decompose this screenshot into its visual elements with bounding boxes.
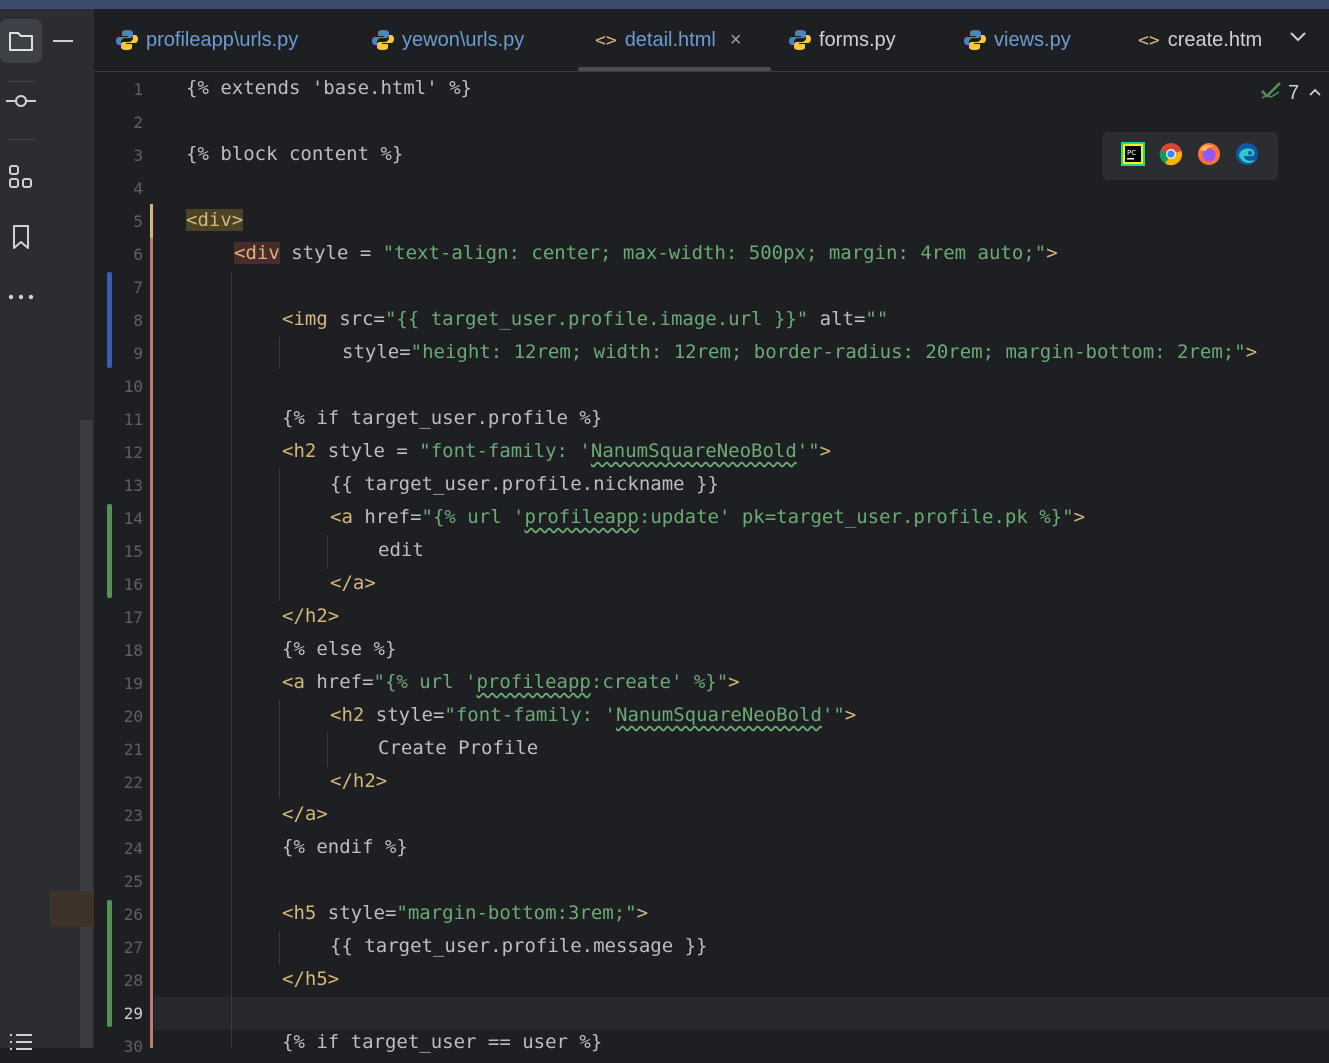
structure-icon[interactable] [0,155,42,199]
svg-text:PC: PC [1127,149,1136,157]
line-number[interactable]: 6 [100,245,143,264]
code-line-21: Create Profile [378,737,539,759]
line-number[interactable]: 11 [100,410,143,429]
tab-label: detail.html [624,28,716,51]
code-line-6: <div style = "text-align: center; max-wi… [234,242,1058,264]
line-number[interactable]: 10 [100,377,143,396]
window-top-strip [0,0,1329,9]
tab-forms-py[interactable]: forms.py [789,9,896,71]
code-line-8: <img src="{{ target_user.profile.image.u… [282,308,889,330]
code-line-30: {% if target_user == user %} [282,1031,603,1053]
tab-yewon-urls[interactable]: yewon\urls.py [372,9,524,71]
tool-window-bar [0,9,51,1050]
python-file-icon [372,29,394,51]
chevron-down-icon[interactable] [1289,30,1307,48]
pycharm-icon[interactable]: PC [1121,141,1145,171]
todo-list-icon[interactable] [0,1019,42,1063]
code-line-22: </h2> [330,770,388,792]
firefox-icon[interactable] [1197,142,1221,171]
tab-label: profileapp\urls.py [146,28,299,51]
python-file-icon [789,29,811,51]
tab-profileapp-urls[interactable]: profileapp\urls.py [116,9,298,71]
line-number[interactable]: 21 [100,740,143,759]
code-line-23: </a> [282,803,328,825]
inspection-widget[interactable]: 7 [1260,80,1299,106]
code-line-14: <a href="{% url 'profileapp:update' pk=t… [330,506,1086,528]
code-line-1: {% extends 'base.html' %} [186,77,472,99]
line-number[interactable]: 13 [100,476,143,495]
fold-marker [150,238,153,1048]
line-number[interactable]: 24 [100,839,143,858]
line-number[interactable]: 5 [100,212,143,231]
line-number[interactable]: 23 [100,806,143,825]
bookmarks-icon[interactable] [0,215,42,259]
code-line-19: <a href="{% url 'profileapp:create' %}"> [282,671,740,693]
vcs-added-marker[interactable] [107,504,112,598]
commit-icon[interactable] [0,79,42,123]
code-line-20: <h2 style="font-family: 'NanumSquareNeoB… [330,704,857,726]
code-line-18: {% else %} [282,638,397,660]
line-number[interactable]: 12 [100,443,143,462]
line-number[interactable]: 30 [100,1037,143,1056]
more-icon[interactable] [0,275,42,319]
line-number[interactable]: 3 [100,146,143,165]
code-line-16: </a> [330,572,376,594]
code-line-5: <div> [186,209,244,231]
chevron-up-icon[interactable] [1308,84,1322,102]
project-folder-icon[interactable] [0,19,42,63]
line-number[interactable]: 2 [100,113,143,132]
line-number[interactable]: 1 [100,80,143,99]
vcs-added-marker[interactable] [107,900,112,1027]
code-line-3: {% block content %} [186,143,404,165]
edge-icon[interactable] [1235,142,1259,171]
tab-create-html[interactable]: <> create.htm [1138,9,1268,71]
code-line-24: {% endif %} [282,836,408,858]
tab-label: views.py [994,28,1071,51]
fold-marker [150,204,153,238]
line-number[interactable]: 19 [100,674,143,693]
line-number[interactable]: 17 [100,608,143,627]
code-line-26: <h5 style="margin-bottom:3rem;"> [282,902,649,924]
tab-detail-html[interactable]: <> detail.html × [578,9,771,71]
inspection-count: 7 [1288,81,1300,104]
code-line-27: {{ target_user.profile.message }} [330,935,708,957]
code-line-13: {{ target_user.profile.nickname }} [330,473,719,495]
tab-label: forms.py [819,28,896,51]
minimize-icon[interactable] [53,40,73,42]
line-number[interactable]: 20 [100,707,143,726]
panel-scrollbar[interactable] [80,420,93,1048]
vcs-modified-marker[interactable] [107,272,112,368]
line-number[interactable]: 25 [100,872,143,891]
html-file-icon: <> [1138,29,1160,51]
code-line-11: {% if target_user.profile %} [282,407,603,429]
code-line-17: </h2> [282,605,340,627]
tab-label: create.htm [1167,28,1263,51]
line-number[interactable]: 18 [100,641,143,660]
browser-preview-popup: PC [1102,132,1278,180]
python-file-icon [116,29,138,51]
chrome-icon[interactable] [1159,142,1183,171]
checkmark-icon [1260,80,1282,106]
html-file-icon: <> [595,29,617,51]
code-line-28: </h5> [282,968,340,990]
close-icon[interactable]: × [730,29,742,52]
tab-label: yewon\urls.py [402,28,525,51]
line-number[interactable]: 4 [100,179,143,198]
code-line-12: <h2 style = "font-family: 'NanumSquareNe… [282,440,832,462]
panel-highlight [50,891,94,927]
python-file-icon [964,29,986,51]
editor-tab-bar: profileapp\urls.py yewon\urls.py <> deta… [94,9,1329,72]
line-number[interactable]: 22 [100,773,143,792]
tab-views-py[interactable]: views.py [964,9,1071,71]
code-line-15: edit [378,539,424,561]
code-line-9: style="height: 12rem; width: 12rem; bord… [342,341,1258,363]
